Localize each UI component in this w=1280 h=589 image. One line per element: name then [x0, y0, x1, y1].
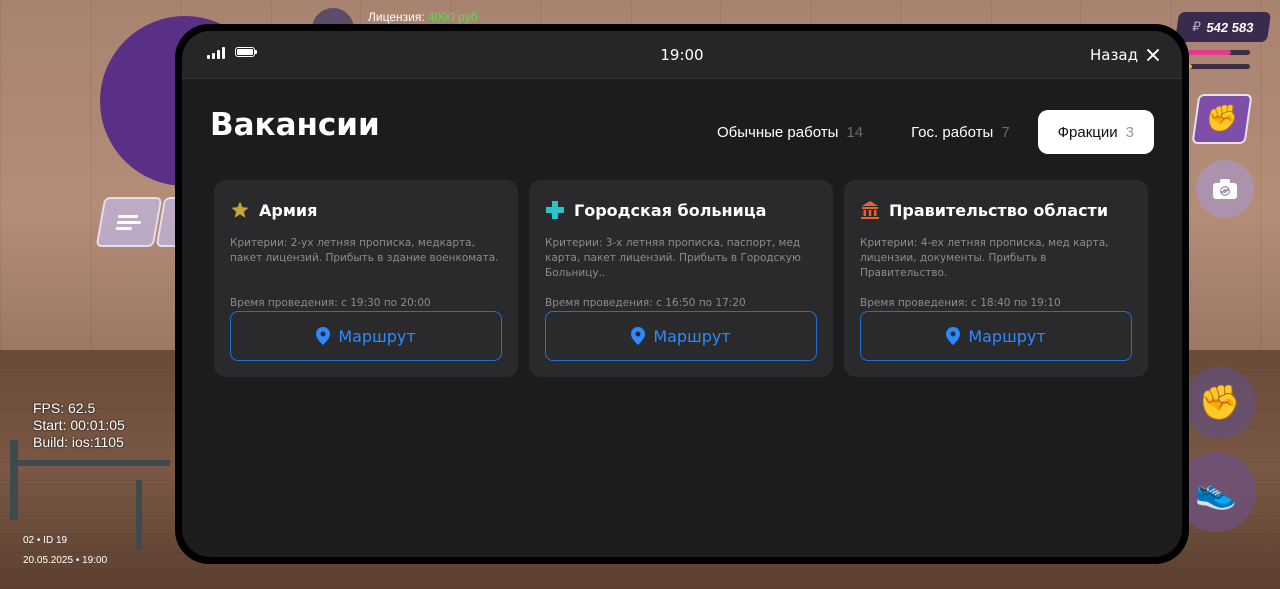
card-title: Правительство области — [889, 200, 1109, 220]
tab-count: 14 — [846, 123, 864, 141]
card-title: Армия — [259, 200, 318, 220]
menu-icon — [115, 212, 143, 233]
card-criteria: Критерии: 4-ех летняя прописка, мед карт… — [860, 237, 1109, 279]
close-icon — [1146, 48, 1160, 62]
tab-label: Гос. работы — [911, 123, 994, 141]
government-building-icon — [860, 200, 880, 220]
route-button-government[interactable]: Маршрут — [860, 311, 1132, 361]
phone-screen: 19:00 Назад Вакансии Обычные работы 14 Г… — [182, 31, 1182, 557]
build-readout: Build: ios:1105 — [33, 434, 124, 450]
license-status: Лицензия: 4000 руб — [368, 10, 478, 24]
tab-label: Фракции — [1057, 123, 1118, 141]
route-label: Маршрут — [653, 326, 731, 346]
armor-bar — [1186, 64, 1250, 69]
signal-icon — [207, 47, 225, 59]
battery-icon — [235, 47, 257, 57]
vacancy-cards: Армия Критерии: 2-ух летняя прописка, ме… — [214, 180, 1148, 377]
sneaker-icon: 👟 — [1194, 472, 1238, 512]
route-label: Маршрут — [338, 326, 416, 346]
phone-status-bar: 19:00 Назад — [182, 31, 1182, 79]
route-button-army[interactable]: Маршрут — [230, 311, 502, 361]
menu-button[interactable] — [95, 197, 163, 247]
tab-gov-jobs[interactable]: Гос. работы 7 — [891, 110, 1030, 154]
camera-switch-button[interactable] — [1196, 160, 1254, 218]
vacancy-card-hospital: Городская больница Критерии: 3-х летняя … — [529, 180, 833, 377]
tab-label: Обычные работы — [717, 123, 839, 141]
punch-button[interactable]: ✊ — [1184, 367, 1256, 439]
map-pin-icon — [316, 327, 331, 345]
status-bars — [1186, 50, 1250, 78]
back-label: Назад — [1089, 46, 1138, 64]
vacancy-tabs: Обычные работы 14 Гос. работы 7 Фракции … — [697, 110, 1154, 154]
phone-clock: 19:00 — [660, 46, 704, 64]
route-label: Маршрут — [968, 326, 1046, 346]
back-button[interactable]: Назад — [1090, 31, 1160, 79]
phone-frame: 19:00 Назад Вакансии Обычные работы 14 Г… — [175, 24, 1189, 564]
start-readout: Start: 00:01:05 — [33, 417, 125, 433]
money-amount: 542 583 — [1205, 19, 1255, 35]
fist-icon: ✊ — [1203, 104, 1241, 134]
star-icon — [230, 200, 250, 220]
card-time: Время проведения: с 18:40 по 19:10 — [860, 297, 1061, 309]
debug-info: FPS: 62.5 Start: 00:01:05 Build: ios:110… — [33, 400, 125, 451]
tab-regular-jobs[interactable]: Обычные работы 14 — [697, 110, 883, 154]
date-time: 20.05.2025 • 19:00 — [23, 555, 108, 566]
punch-icon: ✊ — [1198, 383, 1242, 423]
route-button-hospital[interactable]: Маршрут — [545, 311, 817, 361]
ruble-icon: ₽ — [1191, 19, 1202, 34]
vacancy-card-army: Армия Критерии: 2-ух летняя прописка, ме… — [214, 180, 518, 377]
server-id: 02 • ID 19 — [23, 535, 68, 546]
tab-count: 7 — [1001, 123, 1010, 141]
medical-cross-icon — [545, 200, 565, 220]
card-criteria: Критерии: 2-ух летняя прописка, медкарта… — [230, 237, 499, 264]
map-pin-icon — [946, 327, 961, 345]
session-meta: 02 • ID 19 20.05.2025 • 19:00 — [23, 531, 107, 571]
license-label: Лицензия: — [368, 10, 425, 24]
tab-count: 3 — [1125, 123, 1134, 141]
card-time: Время проведения: с 19:30 по 20:00 — [230, 297, 431, 309]
camera-icon — [1213, 179, 1237, 199]
money-balance: ₽ 542 583 — [1174, 12, 1272, 42]
fps-readout: FPS: 62.5 — [33, 400, 96, 416]
vacancy-card-government: Правительство области Критерии: 4-ех лет… — [844, 180, 1148, 377]
health-bar — [1186, 50, 1250, 55]
card-title: Городская больница — [574, 200, 767, 220]
map-pin-icon — [631, 327, 646, 345]
license-value: 4000 руб — [428, 10, 478, 24]
card-criteria: Критерии: 3-х летняя прописка, паспорт, … — [545, 237, 801, 279]
tab-factions[interactable]: Фракции 3 — [1037, 110, 1154, 154]
weapon-slot-button[interactable]: ✊ — [1191, 94, 1253, 144]
card-time: Время проведения: с 16:50 по 17:20 — [545, 297, 746, 309]
page-title: Вакансии — [210, 107, 380, 143]
